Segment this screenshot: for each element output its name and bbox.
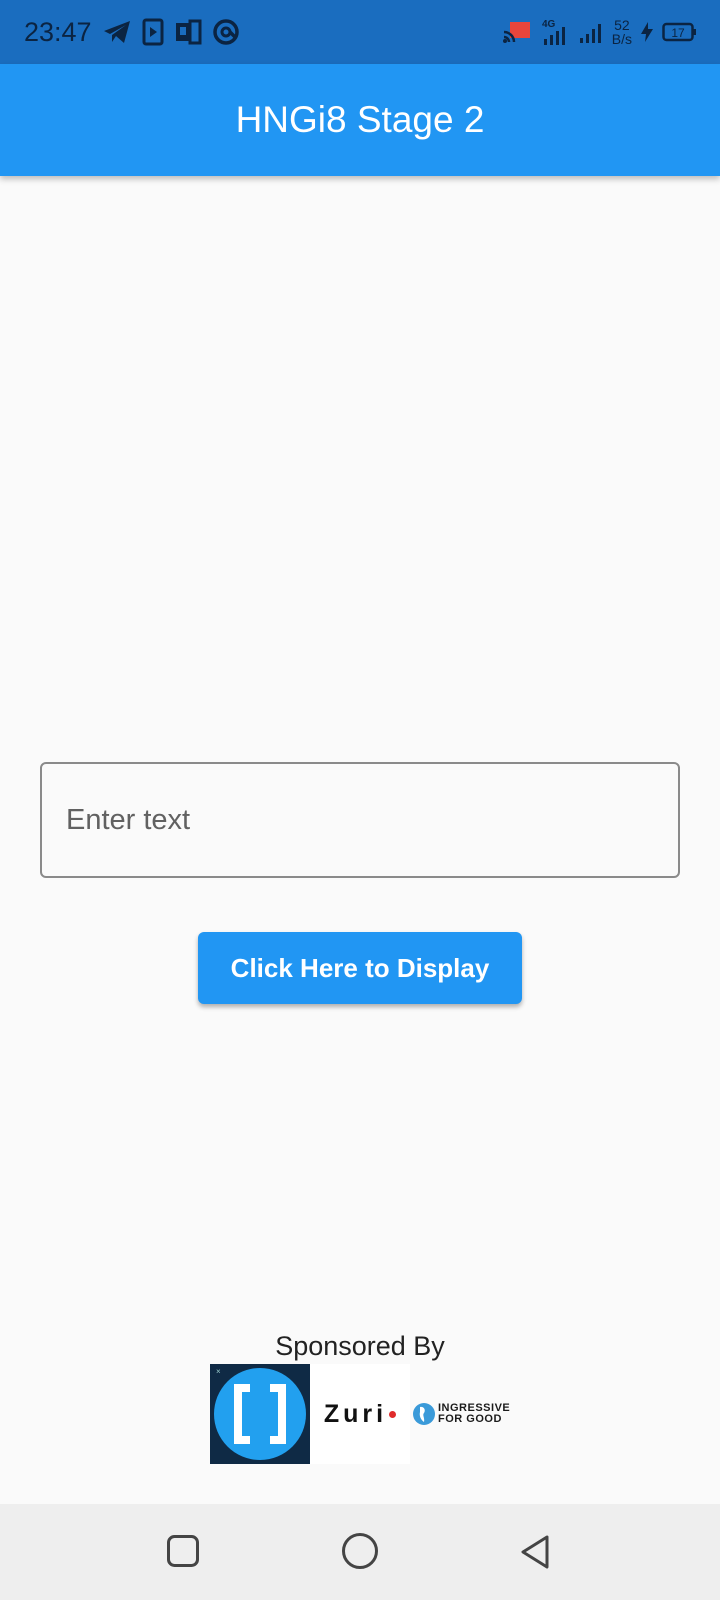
app-bar: HNGi8 Stage 2 xyxy=(0,64,720,176)
svg-text:×: × xyxy=(216,1367,221,1376)
bracket-icon: × xyxy=(216,1367,286,1444)
ingressive-text: INGRESSIVE FOR GOOD xyxy=(438,1403,510,1425)
recents-button[interactable] xyxy=(166,1534,200,1573)
app-at-icon xyxy=(212,18,240,46)
square-icon xyxy=(167,1535,199,1567)
battery-icon: 17 xyxy=(662,21,698,43)
display-button[interactable]: Click Here to Display xyxy=(198,932,522,1004)
cast-icon xyxy=(502,20,532,44)
publisher-app-icon xyxy=(174,19,202,45)
zuri-logo: Zuri xyxy=(310,1364,410,1464)
text-input[interactable] xyxy=(66,803,678,837)
text-input-container[interactable] xyxy=(40,762,680,878)
status-left: 23:47 xyxy=(0,17,240,48)
back-button[interactable] xyxy=(519,1534,553,1575)
charging-icon xyxy=(640,21,654,43)
main-content: Click Here to Display Sponsored By × Zur… xyxy=(0,176,720,1504)
battery-level: 17 xyxy=(671,26,685,40)
signal-4g-icon: 4G xyxy=(540,17,570,47)
signal-icon xyxy=(578,20,604,44)
zuri-text: Zuri xyxy=(323,1399,388,1428)
sponsored-label: Sponsored By xyxy=(275,1331,445,1361)
media-icon xyxy=(142,18,164,46)
net-speed-unit: B/s xyxy=(611,31,632,47)
network-type: 4G xyxy=(542,19,556,30)
status-time: 23:47 xyxy=(24,16,92,47)
globe-icon xyxy=(413,1403,435,1425)
app-title: HNGi8 Stage 2 xyxy=(235,99,485,140)
net-speed-value: 52 xyxy=(614,17,630,33)
zuri-dot xyxy=(389,1410,397,1418)
hng-logo: × xyxy=(210,1364,310,1464)
ingressive-line2: FOR GOOD xyxy=(438,1413,502,1425)
navigation-bar xyxy=(0,1504,720,1600)
home-button[interactable] xyxy=(341,1532,379,1575)
ingressive-logo: INGRESSIVE FOR GOOD xyxy=(410,1364,510,1464)
telegram-icon xyxy=(102,19,132,45)
back-triangle-icon xyxy=(521,1535,549,1569)
circle-icon xyxy=(342,1533,378,1569)
sponsor-logos: × Zuri INGRESSIVE FOR GOOD xyxy=(210,1364,510,1464)
status-bar: 23:47 4G 52 B/s 17 xyxy=(0,0,720,64)
status-right: 4G 52 B/s 17 xyxy=(502,0,698,64)
net-speed: 52 B/s xyxy=(612,18,632,46)
